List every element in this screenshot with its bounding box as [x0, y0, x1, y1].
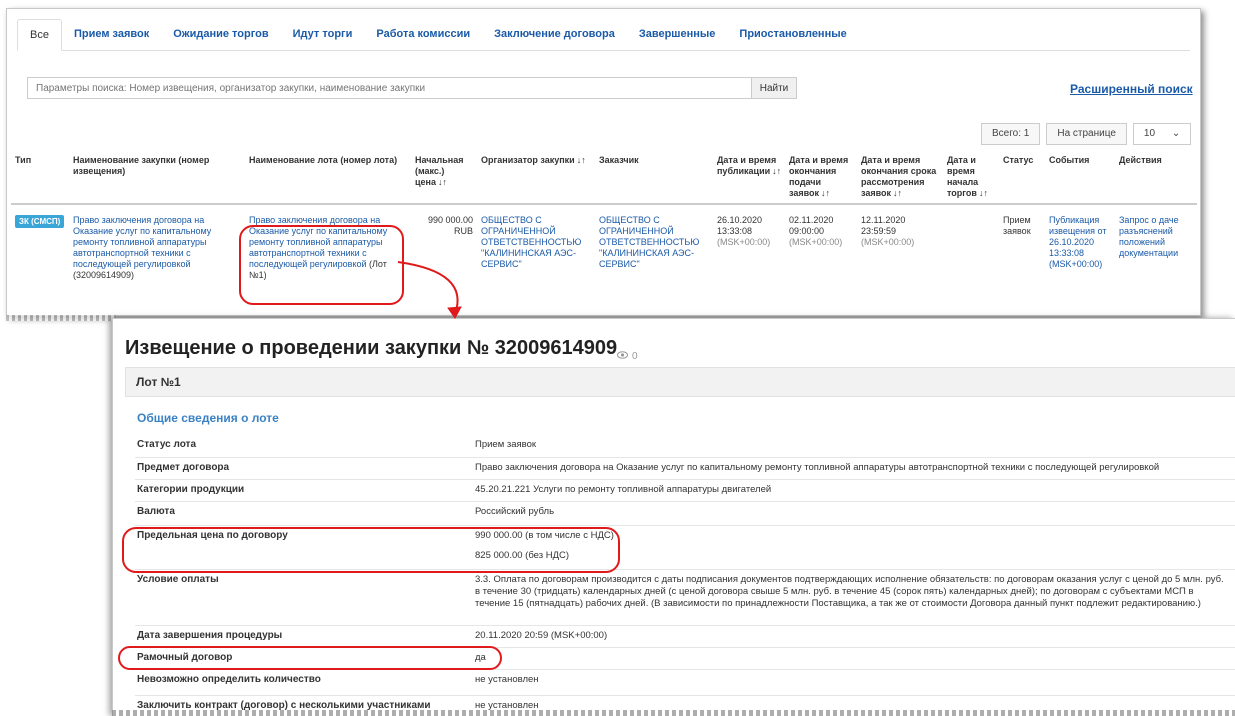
event-link[interactable]: Публикация извещения от 26.10.2020 13:33…: [1049, 215, 1106, 269]
col-published[interactable]: Дата и время публикации ↓↑: [713, 151, 785, 205]
review-tz: (MSK+00:00): [861, 237, 915, 247]
col-price[interactable]: Начальная (макс.) цена ↓↑: [411, 151, 477, 205]
field-row-quantity: Невозможно определить количество не уста…: [135, 669, 1235, 691]
field-row-completion-date: Дата завершения процедуры 20.11.2020 20:…: [135, 625, 1235, 647]
field-row-currency: Валюта Российский рубль: [135, 501, 1235, 525]
lot-name-link[interactable]: Право заключения договора на Оказание ус…: [249, 215, 387, 269]
field-label: Предельная цена по договору: [137, 530, 288, 541]
field-label: Статус лота: [137, 439, 197, 450]
tab-contract-conclusion[interactable]: Заключение договора: [482, 19, 627, 51]
published-tz: (MSK+00:00): [717, 237, 771, 247]
sort-icon[interactable]: ↓↑: [979, 188, 988, 198]
field-value: Прием заявок: [475, 439, 537, 450]
table-row: ЗК (СМСП) Право заключения договора на О…: [11, 204, 1197, 285]
pagination-controls: Всего: 1 На странице 10 ⌄: [981, 123, 1192, 145]
view-count: 0: [632, 351, 638, 362]
field-row-framework: Рамочный договор да: [135, 647, 1235, 669]
total-count: Всего: 1: [981, 123, 1041, 145]
sort-icon[interactable]: ↓↑: [821, 188, 830, 198]
section-title: Общие сведения о лоте: [137, 411, 279, 425]
field-value-secondary: 825 000.00 (без НДС): [475, 550, 570, 561]
lot-status: Прием заявок: [1003, 215, 1031, 236]
field-value: не установлен: [475, 674, 539, 685]
field-label: Невозможно определить количество: [137, 674, 321, 685]
tab-suspended[interactable]: Приостановленные: [727, 19, 858, 51]
search-input[interactable]: [27, 77, 751, 99]
col-lot: Наименование лота (номер лота): [245, 151, 411, 205]
table-header-row: Тип Наименование закупки (номер извещени…: [11, 151, 1197, 205]
field-row-payment-terms: Условие оплаты 3.3. Оплата по договорам …: [135, 569, 1235, 625]
chevron-down-icon: ⌄: [1171, 128, 1181, 139]
field-label: Категории продукции: [137, 484, 245, 495]
search-results-panel: Все Прием заявок Ожидание торгов Идут то…: [6, 8, 1201, 316]
notice-panel: Извещение о проведении закупки № 3200961…: [112, 318, 1235, 716]
published-time: 13:33:08: [717, 226, 753, 236]
field-row-lot-status: Статус лота Прием заявок: [135, 435, 1235, 457]
col-customer: Заказчик: [595, 151, 713, 205]
col-actions: Действия: [1115, 151, 1197, 205]
view-counter: 0: [617, 351, 638, 362]
col-events: События: [1045, 151, 1115, 205]
field-value: да: [475, 652, 486, 663]
customer-link[interactable]: ОБЩЕСТВО С ОГРАНИЧЕННОЙ ОТВЕТСТВЕННОСТЬЮ…: [599, 215, 699, 269]
sort-icon[interactable]: ↓↑: [893, 188, 902, 198]
sort-icon[interactable]: ↓↑: [438, 177, 447, 187]
tab-commission-work[interactable]: Работа комиссии: [364, 19, 482, 51]
purchase-name-link[interactable]: Право заключения договора на Оказание ус…: [73, 215, 211, 269]
deadline-date: 02.11.2020: [789, 215, 834, 225]
col-status: Статус: [999, 151, 1045, 205]
field-label: Предмет договора: [137, 462, 230, 473]
deadline-time: 09:00:00: [789, 226, 825, 236]
torn-edge: [112, 710, 1235, 716]
col-review[interactable]: Дата и время окончания срока рассмотрени…: [857, 151, 943, 205]
start-price: 990 000.00: [427, 215, 473, 225]
procedure-type-badge: ЗК (СМСП): [15, 215, 65, 228]
field-value: 3.3. Оплата по договорам производится с …: [475, 574, 1224, 609]
field-label: Рамочный договор: [137, 652, 233, 663]
col-purchase: Наименование закупки (номер извещения): [69, 151, 245, 205]
field-row-category: Категории продукции 45.20.21.221 Услуги …: [135, 479, 1235, 501]
tab-accepting-bids[interactable]: Прием заявок: [62, 19, 161, 51]
price-currency: RUB: [453, 226, 473, 236]
col-start[interactable]: Дата и время начала торгов ↓↑: [943, 151, 999, 205]
col-type: Тип: [11, 151, 69, 205]
review-date: 12.11.2020: [861, 215, 906, 225]
field-value: 20.11.2020 20:59 (MSK+00:00): [475, 630, 608, 641]
status-tabs: Все Прием заявок Ожидание торгов Идут то…: [17, 19, 1190, 51]
organizer-link[interactable]: ОБЩЕСТВО С ОГРАНИЧЕННОЙ ОТВЕТСТВЕННОСТЬЮ…: [481, 215, 581, 269]
notice-title: Извещение о проведении закупки № 3200961…: [125, 337, 618, 359]
field-value: Право заключения договора на Оказание ус…: [475, 462, 1160, 473]
clarification-request-link[interactable]: Запрос о даче разъяснений положений доку…: [1119, 215, 1179, 258]
field-label: Условие оплаты: [137, 574, 219, 585]
field-value: Российский рубль: [475, 506, 555, 517]
search-bar: Найти: [27, 77, 797, 99]
results-table: Тип Наименование закупки (номер извещени…: [11, 151, 1197, 285]
advanced-search-link[interactable]: Расширенный поиск: [1070, 82, 1193, 96]
field-row-subject: Предмет договора Право заключения догово…: [135, 457, 1235, 479]
search-button[interactable]: Найти: [751, 77, 797, 99]
lot-header[interactable]: Лот №1: [125, 367, 1235, 397]
tab-waiting-auction[interactable]: Ожидание торгов: [161, 19, 280, 51]
field-value: 990 000.00 (в том числе с НДС): [475, 530, 614, 541]
deadline-tz: (MSK+00:00): [789, 237, 843, 247]
torn-edge: [6, 315, 116, 321]
review-time: 23:59:59: [861, 226, 897, 236]
purchase-number: (32009614909): [73, 270, 135, 280]
field-value: 45.20.21.221 Услуги по ремонту топливной…: [475, 484, 772, 495]
col-deadline[interactable]: Дата и время окончания подачи заявок ↓↑: [785, 151, 857, 205]
tab-all[interactable]: Все: [17, 19, 62, 51]
field-row-max-price: Предельная цена по договору 990 000.00 (…: [135, 525, 1235, 569]
published-date: 26.10.2020: [717, 215, 763, 225]
tab-completed[interactable]: Завершенные: [627, 19, 728, 51]
per-page-label: На странице: [1046, 123, 1127, 145]
field-label: Валюта: [137, 506, 175, 517]
col-organizer[interactable]: Организатор закупки ↓↑: [477, 151, 595, 205]
eye-icon: [617, 351, 628, 362]
sort-icon[interactable]: ↓↑: [577, 155, 586, 165]
field-label: Дата завершения процедуры: [137, 630, 283, 641]
per-page-select[interactable]: 10 ⌄: [1132, 123, 1192, 145]
sort-icon[interactable]: ↓↑: [772, 166, 781, 176]
per-page-value: 10: [1143, 128, 1156, 139]
tab-auction-in-progress[interactable]: Идут торги: [281, 19, 365, 51]
